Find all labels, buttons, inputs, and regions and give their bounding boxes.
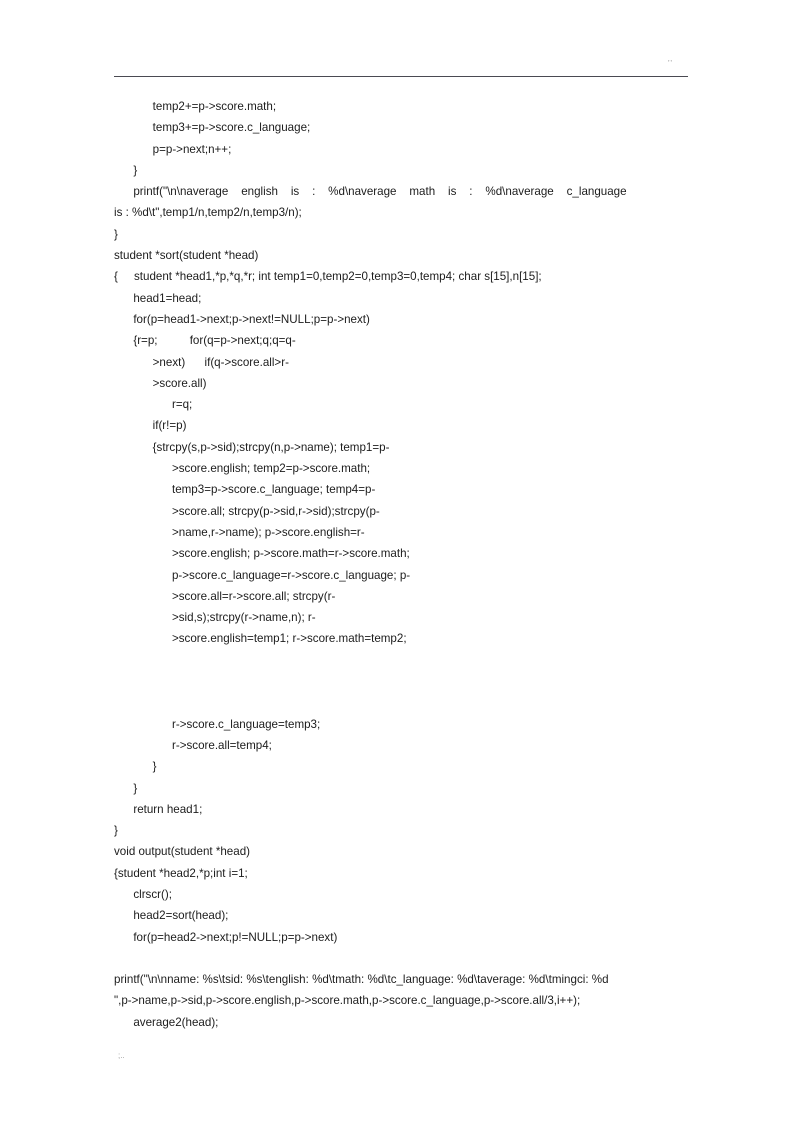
code-line: >score.all) [114,376,207,390]
code-line: {student *head2,*p;int i=1; [114,866,248,880]
code-line: temp2+=p->score.math; [114,100,277,113]
code-line: ",p->name,p->sid,p->score.english,p->sco… [114,994,581,1008]
code-line: for(p=head2->next;p!=NULL;p=p->next) [114,930,338,944]
code-line: is : %d\t",temp1/n,temp2/n,temp3/n); [114,206,302,220]
code-line: >score.english=temp1; r->score.math=temp… [114,632,407,646]
code-line: {r=p; for(q=p->next;q;q=q- [114,334,296,348]
code-line: head2=sort(head); [114,909,229,923]
code-line: >next) if(q->score.all>r- [114,355,289,369]
code-line: r->score.all=temp4; [114,738,272,752]
code-line: { student *head1,*p,*q,*r; int temp1=0,t… [114,270,542,284]
code-line: } [114,760,157,774]
code-line: student *sort(student *head) [114,249,259,263]
document-page: ’’ temp2+=p->score.math; temp3+=p->score… [0,0,800,1133]
code-line: } [114,824,118,838]
header-rule-divider [114,76,688,77]
code-line: >sid,s);strcpy(r->name,n); r- [114,611,316,625]
code-line: p=p->next;n++; [114,142,232,156]
code-line: for(p=head1->next;p->next!=NULL;p=p->nex… [114,312,370,326]
code-line: >score.all=r->score.all; strcpy(r- [114,589,336,603]
code-line: head1=head; [114,291,202,305]
code-line: void output(student *head) [114,845,251,859]
code-line: clrscr(); [114,887,172,901]
code-line: r=q; [114,398,193,412]
code-line: r->score.c_language=temp3; [114,717,321,731]
code-line: average2(head); [114,1015,219,1029]
code-line: } [114,227,118,241]
code-line: {strcpy(s,p->sid);strcpy(n,p->name); tem… [114,440,390,454]
code-line: return head1; [114,802,203,816]
code-line: } [114,781,138,795]
code-line: } [114,163,138,177]
code-line: >score.english; p->score.math=r->score.m… [114,547,410,561]
code-line: if(r!=p) [114,419,187,433]
code-line: temp3=p->score.c_language; temp4=p- [114,483,376,497]
code-line: temp3+=p->score.c_language; [114,121,311,135]
header-scan-artifact: ’’ [668,60,673,67]
code-line: printf("\n\nname: %s\tsid: %s\tenglish: … [114,973,609,987]
code-line: >score.english; temp2=p->score.math; [114,462,371,476]
code-line: >name,r->name); p->score.english=r- [114,525,365,539]
footer-scan-artifact: ;.. [118,1051,125,1060]
code-line: printf("\n\naverage english is : %d\nave… [114,185,627,199]
source-code-body: temp2+=p->score.math; temp3+=p->score.c_… [114,96,688,1033]
code-line: p->score.c_language=r->score.c_language;… [114,568,411,582]
code-line: >score.all; strcpy(p->sid,r->sid);strcpy… [114,504,380,518]
